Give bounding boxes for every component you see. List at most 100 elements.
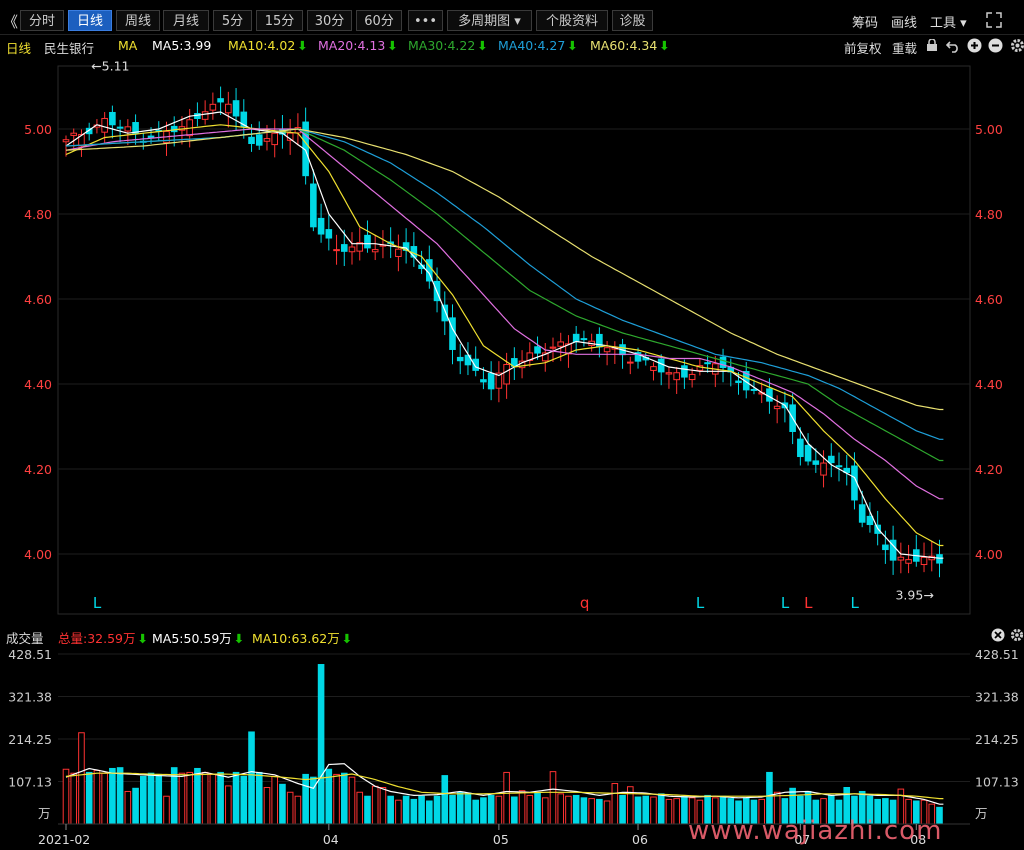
volume-bar — [665, 798, 673, 825]
chip-distribution-button[interactable]: 筹码 — [852, 12, 878, 31]
candle-body — [827, 455, 835, 464]
volume-bar — [549, 771, 557, 825]
candle — [402, 228, 410, 264]
close-icon[interactable] — [991, 628, 1005, 642]
unit-label-right: 万 — [975, 806, 988, 821]
toolbar-button[interactable]: 5分 — [213, 10, 252, 31]
candle — [441, 291, 449, 336]
candle — [858, 490, 866, 528]
candle — [201, 100, 209, 125]
candle — [364, 220, 371, 253]
candlestick-chart[interactable]: 5.00 5.00 4.80 4.80 4.60 4.60 4.40 4.40 4.20 4.20… — [0, 56, 1024, 622]
candle — [217, 86, 224, 116]
signal-marker: L — [804, 594, 813, 612]
candle — [657, 354, 665, 386]
candle — [310, 169, 317, 232]
volume-bar — [62, 768, 70, 825]
toolbar-button[interactable]: 多周期图 ▾ — [447, 10, 532, 31]
toolbar-button[interactable]: 周线 — [116, 10, 160, 31]
volume-bar — [487, 794, 495, 825]
candle — [232, 88, 240, 131]
toolbar-button[interactable]: 诊股 — [612, 10, 653, 31]
volume-bar — [611, 783, 619, 825]
y-tick-label-right: 4.60 — [975, 292, 1003, 307]
gear-icon[interactable] — [1010, 38, 1024, 53]
volume-bar — [681, 795, 688, 825]
candle — [781, 391, 789, 423]
candle — [704, 355, 711, 373]
candle — [897, 542, 905, 574]
toolbar-button[interactable]: 月线 — [163, 10, 209, 31]
gear-icon[interactable] — [1010, 628, 1024, 642]
toolbar-button[interactable]: ••• — [408, 10, 443, 31]
volume-total: 总量:32.59万 ⬇ — [58, 628, 148, 647]
candle — [835, 452, 843, 482]
volume-total-text: 总量:32.59万 — [58, 631, 136, 646]
candle — [905, 544, 912, 574]
candle-body — [232, 100, 240, 117]
candle-body — [480, 379, 487, 383]
candle-body — [797, 438, 804, 458]
draw-line-button[interactable]: 画线 — [891, 12, 917, 31]
candle-body — [364, 234, 371, 249]
candle-body — [920, 556, 928, 566]
adjust-mode-button[interactable]: 前复权 — [844, 38, 882, 57]
volume-bar — [201, 771, 209, 825]
candle — [603, 341, 611, 366]
y-tick-label-right: 4.00 — [975, 547, 1003, 562]
down-arrow-icon: ⬇ — [659, 38, 670, 53]
volume-bar — [588, 798, 595, 825]
volume-bar — [263, 787, 271, 825]
candle-body — [626, 361, 634, 364]
volume-bar — [634, 796, 642, 825]
toolbar-button[interactable]: 15分 — [256, 10, 303, 31]
toolbar-button[interactable]: 60分 — [356, 10, 402, 31]
ma60-value: MA60:4.34 ⬇ — [590, 38, 670, 53]
candle — [348, 232, 356, 265]
expand-icon[interactable] — [986, 12, 1002, 28]
y-tick-label-left: 107.13 — [8, 774, 52, 789]
overlay-button[interactable]: 重载 — [892, 38, 917, 57]
down-arrow-icon: ⬇ — [477, 38, 488, 53]
volume-bar — [580, 797, 588, 825]
tools-menu-button[interactable]: 工具 ▾ — [930, 12, 967, 31]
down-arrow-icon: ⬇ — [137, 631, 148, 646]
volume-bar — [371, 785, 379, 825]
ma-line-ma20 — [65, 128, 944, 500]
volume-bar — [232, 771, 240, 825]
candle-body — [804, 444, 812, 462]
toolbar-button[interactable]: 分时 — [20, 10, 64, 31]
toolbar-button[interactable]: 个股资料 — [536, 10, 608, 31]
candle — [588, 333, 595, 352]
candle-body — [905, 559, 912, 564]
collapse-icon[interactable]: 《 — [3, 11, 18, 32]
zoom-out-icon[interactable] — [988, 38, 1003, 53]
candle-body — [750, 388, 758, 391]
lock-icon[interactable] — [926, 39, 938, 52]
volume-bar — [565, 795, 572, 825]
volume-chart-header: 成交量 总量:32.59万 ⬇ MA5:50.59万 ⬇ MA10:63.62万 ⬇ — [0, 626, 1024, 646]
candle-body — [936, 554, 943, 564]
volume-bar — [333, 773, 340, 825]
undo-icon[interactable] — [946, 39, 960, 53]
volume-bar — [511, 796, 518, 825]
volume-bar — [317, 664, 325, 825]
ma5-value: MA5:3.99 — [152, 38, 212, 53]
volume-bar — [410, 798, 418, 825]
main-chart-header: 日线 民生银行 MA MA5:3.99 MA10:4.02 ⬇ MA20:4.13… — [0, 36, 1024, 56]
volume-bar — [364, 795, 371, 825]
volume-bar — [186, 771, 193, 825]
toolbar-button[interactable]: 30分 — [307, 10, 352, 31]
ma10-text: MA10:4.02 — [228, 38, 296, 53]
toolbar-button[interactable]: 日线 — [68, 10, 112, 31]
candle — [472, 346, 479, 377]
candle-body — [317, 217, 325, 235]
down-arrow-icon: ⬇ — [341, 631, 353, 646]
candle-body — [456, 356, 464, 362]
candle-body — [572, 333, 580, 343]
zoom-in-icon[interactable] — [967, 38, 982, 53]
volume-bar — [650, 796, 657, 825]
volume-bar — [426, 800, 433, 825]
ma-label[interactable]: MA — [118, 38, 137, 53]
stock-name[interactable]: 民生银行 — [44, 38, 94, 57]
